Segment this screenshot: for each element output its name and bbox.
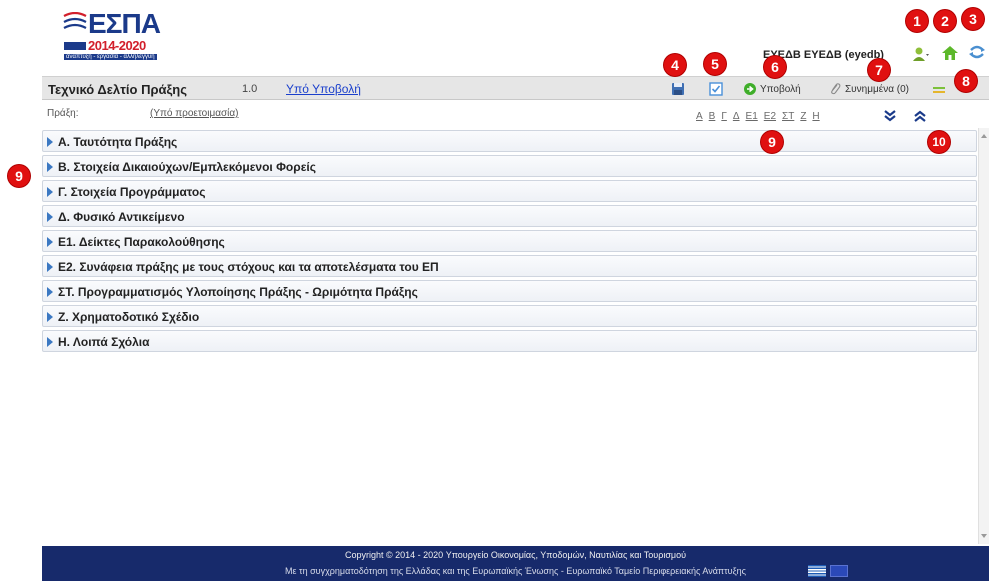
logo-tagline: ανάπτυξη - εργασία - αλληλεγγύη xyxy=(64,54,157,60)
page: ΕΣΠΑ 2014-2020 ανάπτυξη - εργασία - αλλη… xyxy=(0,0,989,581)
jump-link[interactable]: Δ xyxy=(733,111,740,122)
section-list: Α. Ταυτότητα Πράξης Β. Στοιχεία Δικαιούχ… xyxy=(42,130,977,355)
jump-link[interactable]: Γ xyxy=(721,111,727,122)
section-z[interactable]: Ζ. Χρηματοδοτικό Σχέδιο xyxy=(42,305,977,327)
submit-label: Υποβολή xyxy=(760,83,801,95)
section-label: Δ. Φυσικό Αντικείμενο xyxy=(58,210,185,224)
section-st[interactable]: ΣΤ. Προγραμματισμός Υλοποίησης Πράξης - … xyxy=(42,280,977,302)
section-jump-links: Α Β Γ Δ Ε1 Ε2 ΣΤ Ζ Η xyxy=(696,111,820,122)
logo-flag-icon xyxy=(64,42,86,50)
badge-1: 1 xyxy=(906,10,928,32)
jump-link[interactable]: Ζ xyxy=(800,111,806,122)
title-bar: Τεχνικό Δελτίο Πράξης 1.0 Υπό Υποβολή Υπ… xyxy=(42,76,989,100)
check-icon xyxy=(709,82,723,96)
submit-icon xyxy=(744,83,756,95)
attachments-button[interactable]: Συνημμένα (0) xyxy=(828,81,909,97)
action-label: Πράξη: xyxy=(47,108,79,119)
section-e1[interactable]: Ε1. Δείκτες Παρακολούθησης xyxy=(42,230,977,252)
jump-link[interactable]: Α xyxy=(696,111,703,122)
badge-9: 9 xyxy=(8,165,30,187)
expand-arrow-icon xyxy=(47,312,53,322)
validate-button[interactable] xyxy=(709,81,726,97)
section-h[interactable]: Η. Λοιπά Σχόλια xyxy=(42,330,977,352)
section-e2[interactable]: Ε2. Συνάφεια πράξης με τους στόχους και … xyxy=(42,255,977,277)
paperclip-icon xyxy=(831,83,841,95)
save-icon xyxy=(672,83,684,95)
section-label: Γ. Στοιχεία Προγράμματος xyxy=(58,185,206,199)
scroll-up-icon[interactable] xyxy=(981,134,987,138)
badge-3: 3 xyxy=(962,8,984,30)
jump-link[interactable]: Ε1 xyxy=(746,111,758,122)
scrollbar[interactable] xyxy=(978,128,989,544)
expand-arrow-icon xyxy=(47,187,53,197)
jump-link[interactable]: Η xyxy=(812,111,819,122)
badge-5: 5 xyxy=(704,53,726,75)
section-a[interactable]: Α. Ταυτότητα Πράξης xyxy=(42,130,977,152)
home-icon[interactable] xyxy=(941,45,959,61)
save-button[interactable] xyxy=(671,81,688,97)
expand-arrow-icon xyxy=(47,287,53,297)
user-icon[interactable] xyxy=(912,46,930,62)
scroll-down-icon[interactable] xyxy=(981,534,987,538)
expand-arrow-icon xyxy=(47,262,53,272)
section-label: Ε1. Δείκτες Παρακολούθησης xyxy=(58,235,225,249)
badge-10: 10 xyxy=(928,131,950,153)
section-label: Η. Λοιπά Σχόλια xyxy=(58,335,150,349)
menu-icon xyxy=(933,87,945,93)
logo-text: ΕΣΠΑ xyxy=(88,8,161,39)
footer: Copyright © 2014 - 2020 Υπουργείο Οικονο… xyxy=(42,546,989,581)
section-label: Β. Στοιχεία Δικαιούχων/Εμπλεκόμενοι Φορε… xyxy=(58,160,316,174)
jump-link[interactable]: Β xyxy=(709,111,716,122)
section-label: ΣΤ. Προγραμματισμός Υλοποίησης Πράξης - … xyxy=(58,285,418,299)
espa-logo: ΕΣΠΑ 2014-2020 ανάπτυξη - εργασία - αλλη… xyxy=(62,6,162,64)
menu-button[interactable] xyxy=(932,81,949,97)
attachments-label: Συνημμένα (0) xyxy=(845,83,909,95)
action-value: (Υπό προετοιμασία) xyxy=(150,108,239,119)
badge-2: 2 xyxy=(934,10,956,32)
double-chevron-up-icon[interactable] xyxy=(912,108,928,124)
page-title: Τεχνικό Δελτίο Πράξης xyxy=(48,82,187,97)
badge-9: 9 xyxy=(761,131,783,153)
greek-flag-icon xyxy=(808,565,826,577)
badge-7: 7 xyxy=(868,59,890,81)
logo-years: 2014-2020 xyxy=(88,38,146,53)
section-c[interactable]: Γ. Στοιχεία Προγράμματος xyxy=(42,180,977,202)
jump-link[interactable]: ΣΤ xyxy=(782,111,794,122)
jump-link[interactable]: Ε2 xyxy=(764,111,776,122)
submit-button[interactable]: Υποβολή xyxy=(743,81,801,97)
eu-flag-icon xyxy=(830,565,848,577)
expand-arrow-icon xyxy=(47,337,53,347)
version-label: 1.0 xyxy=(242,83,258,95)
copyright-text: Copyright © 2014 - 2020 Υπουργείο Οικονο… xyxy=(345,550,686,560)
sub-bar: Πράξη: (Υπό προετοιμασία) Α Β Γ Δ Ε1 Ε2 … xyxy=(42,103,989,125)
expand-arrow-icon xyxy=(47,162,53,172)
expand-arrow-icon xyxy=(47,212,53,222)
section-label: Α. Ταυτότητα Πράξης xyxy=(58,135,178,149)
section-label: Ε2. Συνάφεια πράξης με τους στόχους και … xyxy=(58,260,439,274)
section-b[interactable]: Β. Στοιχεία Δικαιούχων/Εμπλεκόμενοι Φορε… xyxy=(42,155,977,177)
section-label: Ζ. Χρηματοδοτικό Σχέδιο xyxy=(58,310,200,324)
badge-4: 4 xyxy=(664,54,686,76)
expand-arrow-icon xyxy=(47,237,53,247)
status-link[interactable]: Υπό Υποβολή xyxy=(286,82,361,96)
section-d[interactable]: Δ. Φυσικό Αντικείμενο xyxy=(42,205,977,227)
double-chevron-down-icon[interactable] xyxy=(882,108,898,124)
badge-6: 6 xyxy=(764,56,786,78)
badge-8: 8 xyxy=(955,70,977,92)
expand-arrow-icon xyxy=(47,137,53,147)
logout-icon[interactable] xyxy=(968,44,986,60)
